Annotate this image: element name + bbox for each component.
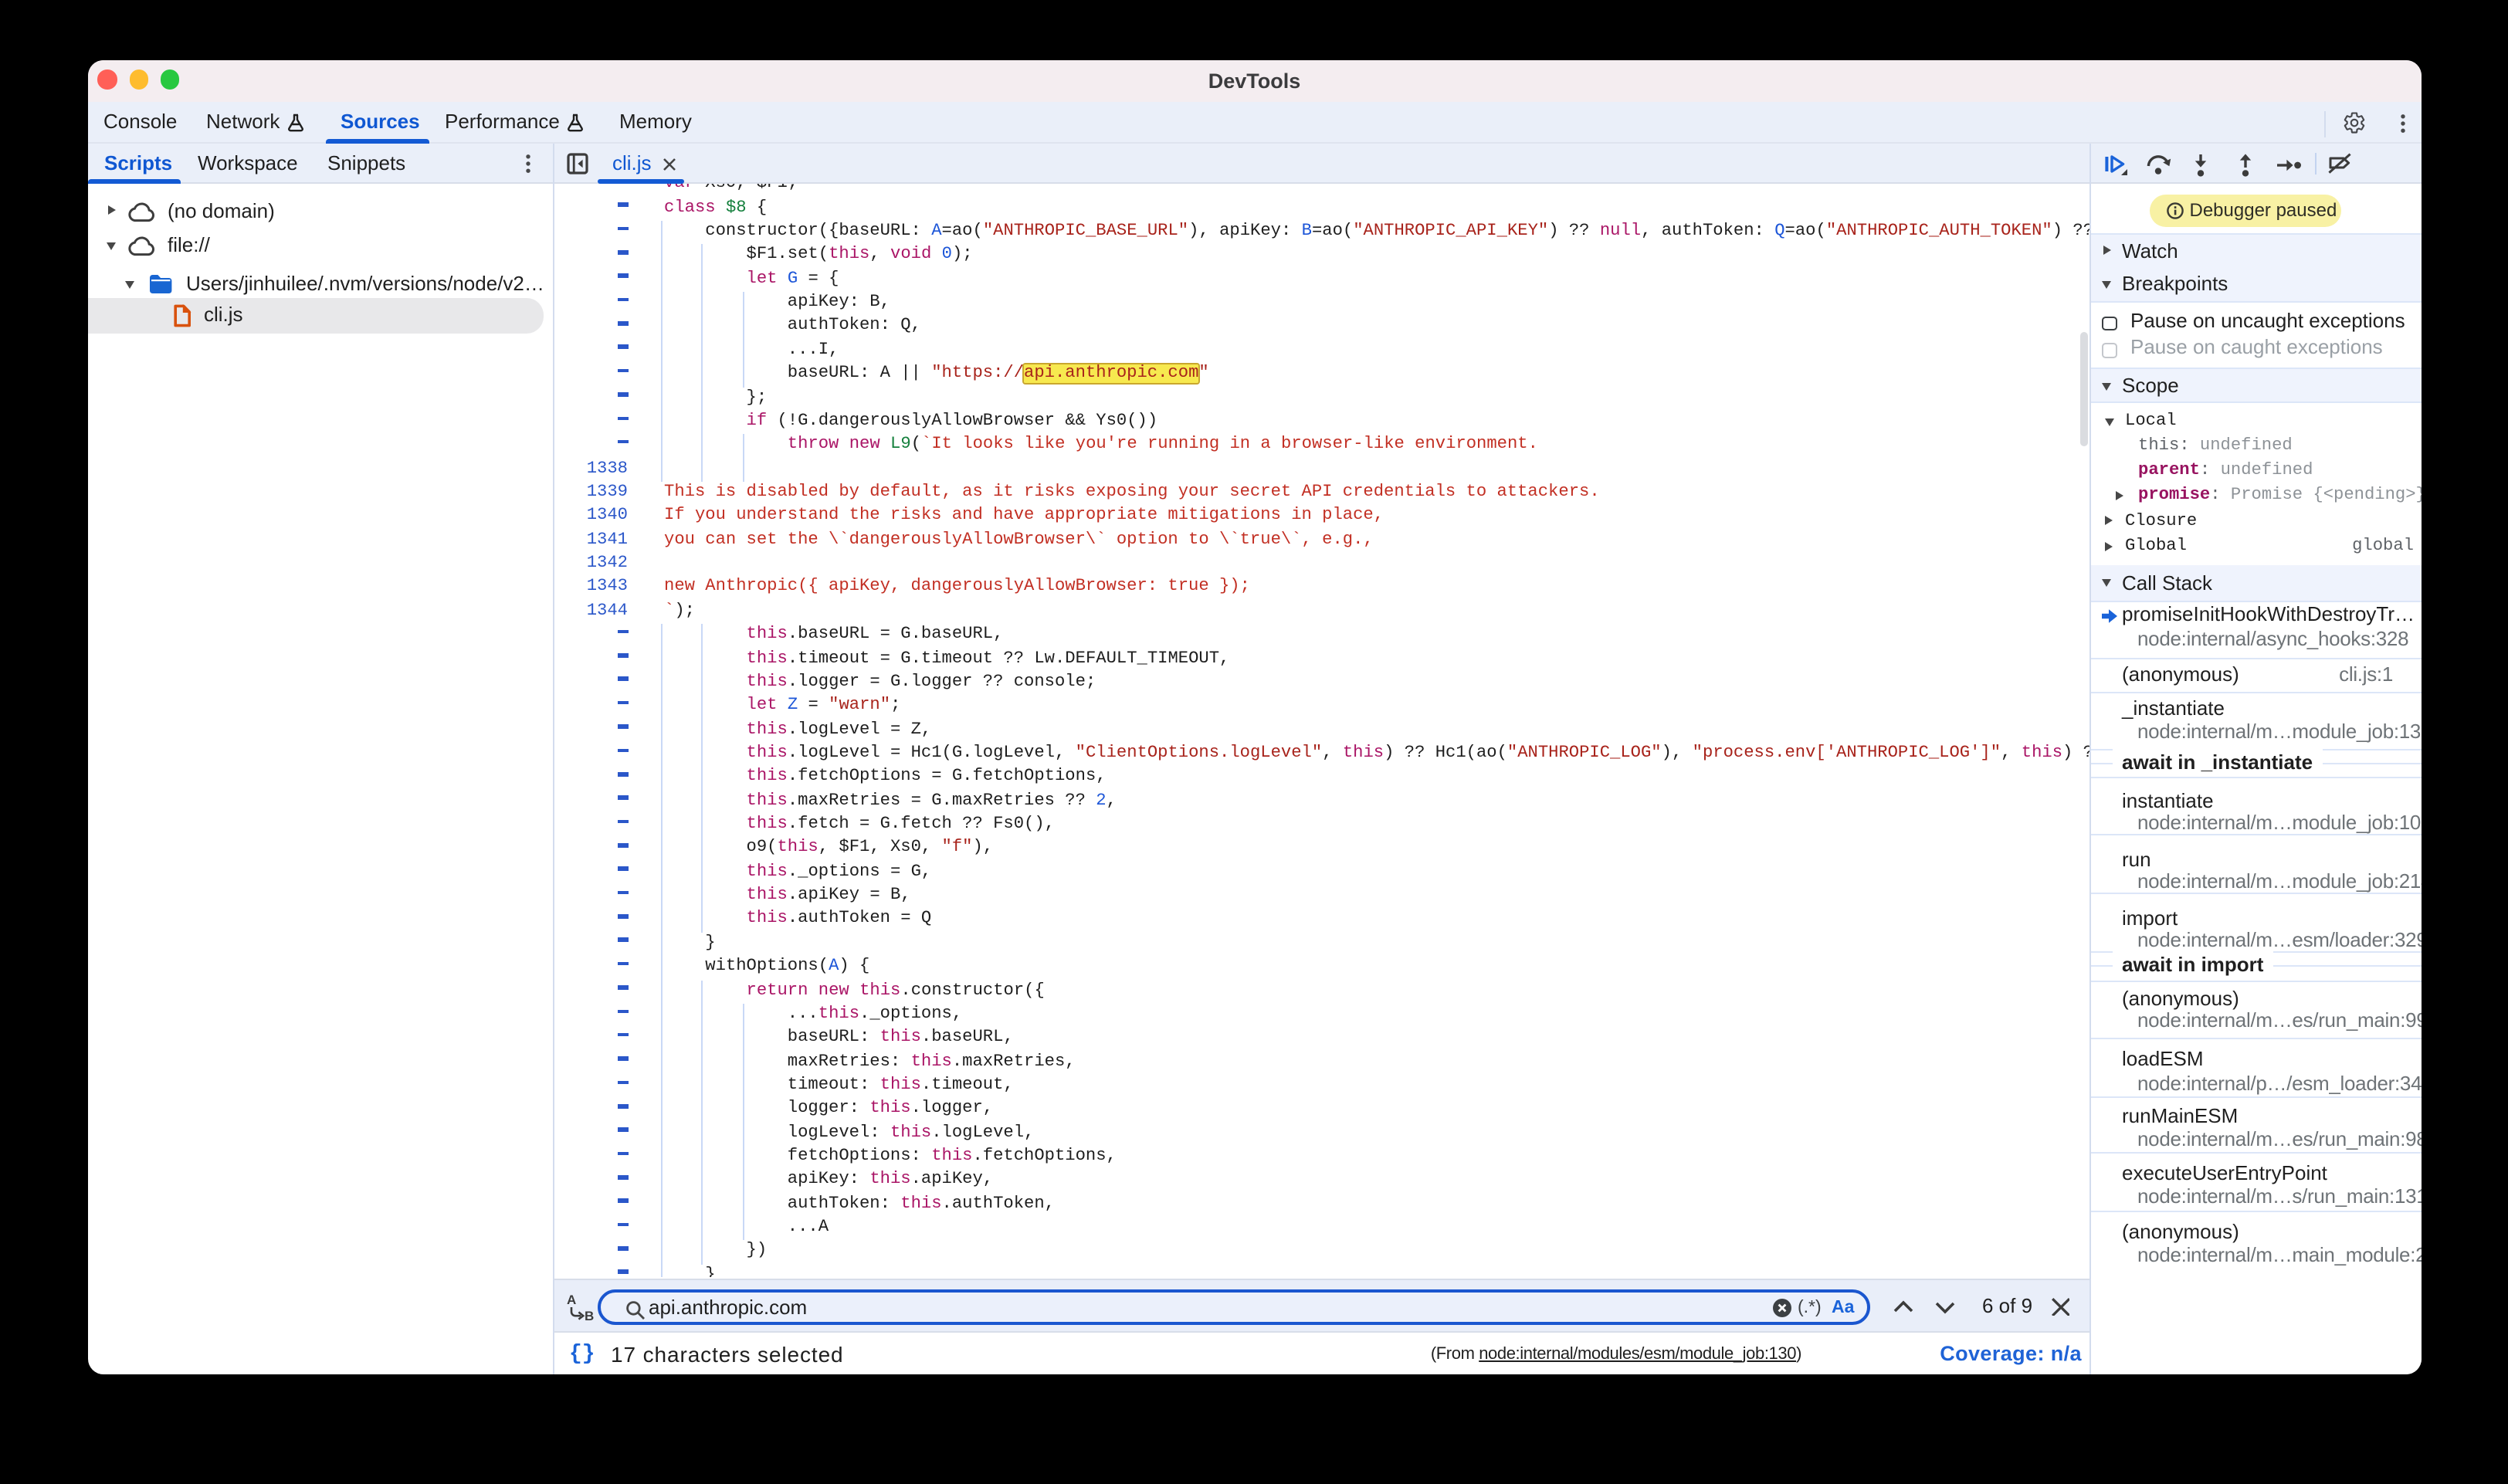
svg-text:A: A	[567, 1293, 576, 1307]
svg-text:B: B	[585, 1309, 594, 1322]
